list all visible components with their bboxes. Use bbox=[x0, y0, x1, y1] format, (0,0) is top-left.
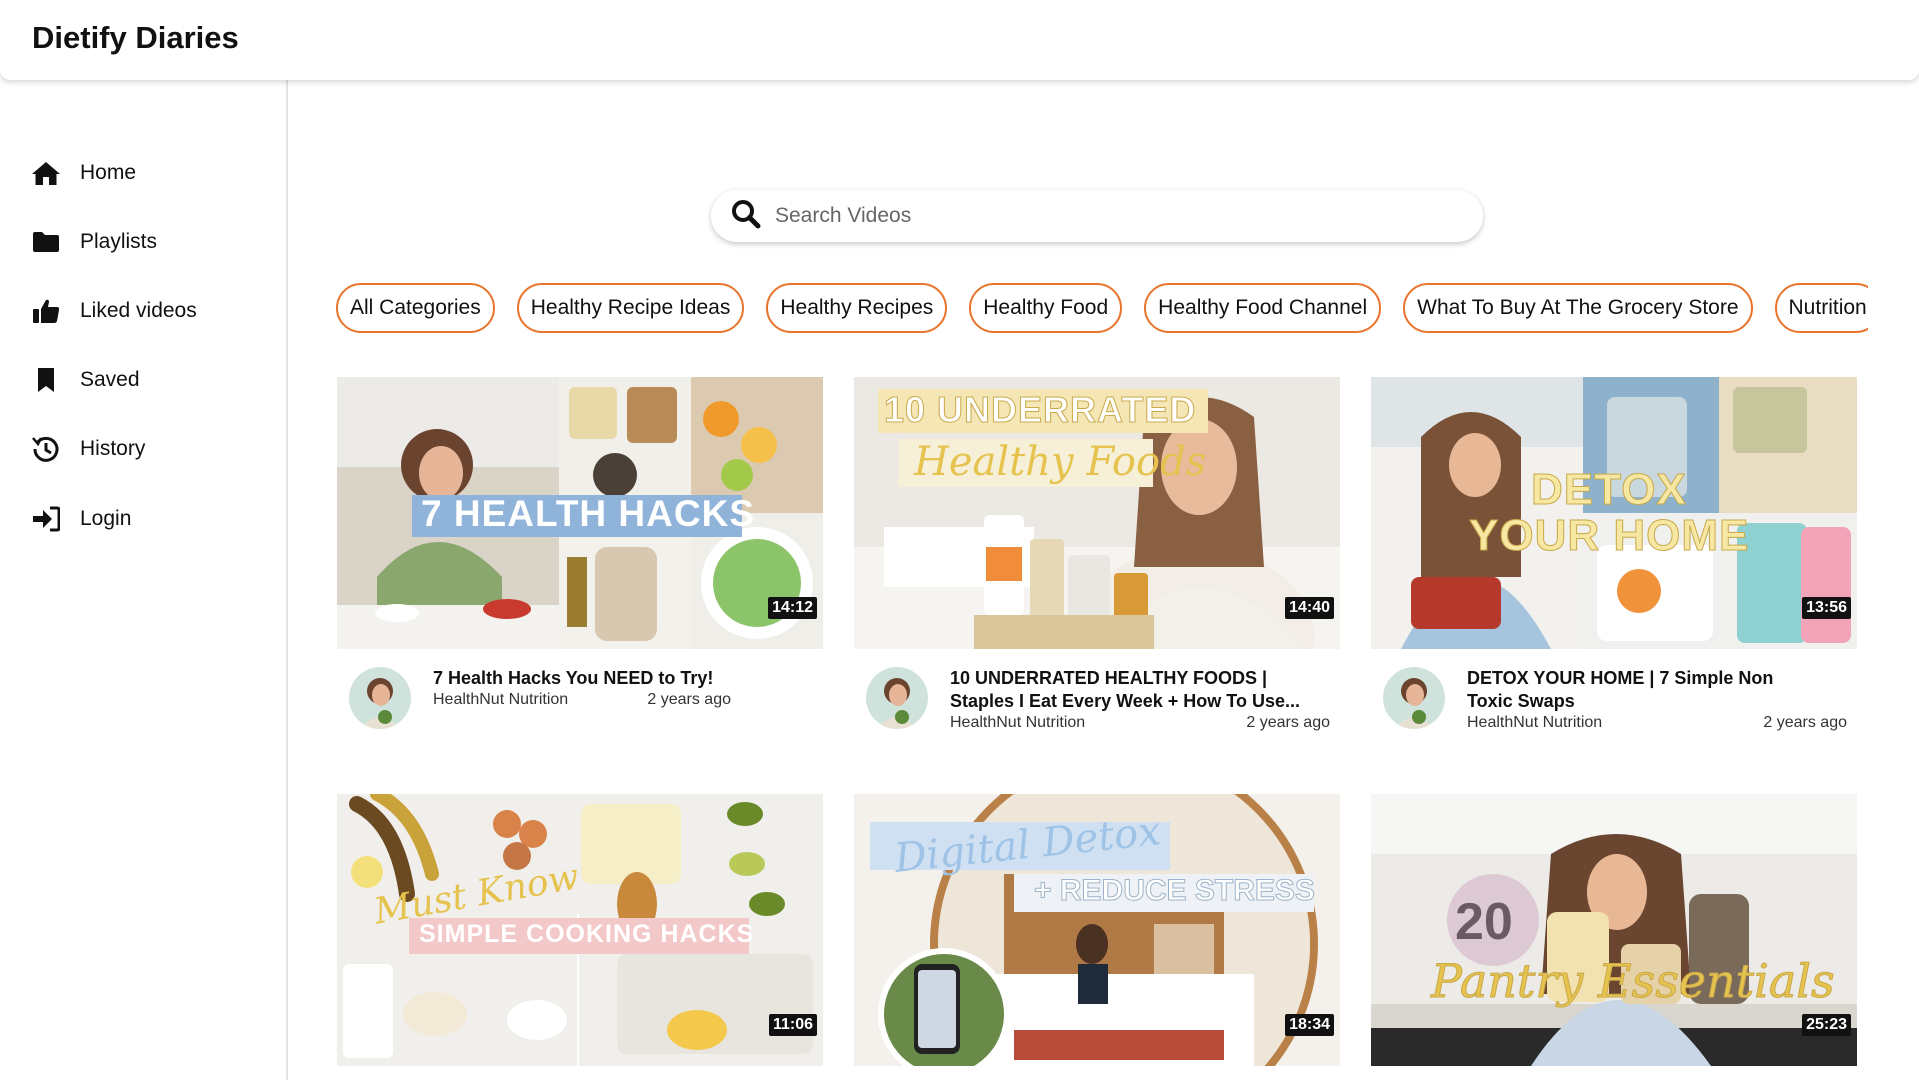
sidebar-item-label: History bbox=[80, 437, 146, 460]
channel-name[interactable]: HealthNut Nutrition bbox=[433, 691, 568, 709]
category-chips: All Categories Healthy Recipe Ideas Health… bbox=[336, 283, 1868, 337]
video-card[interactable]: Must Know SIMPLE COOKING HACKS 11:06 bbox=[337, 794, 823, 1066]
channel-avatar[interactable] bbox=[349, 667, 411, 729]
chip-healthy-food[interactable]: Healthy Food bbox=[969, 283, 1123, 333]
chip-what-to-buy-at-the-grocery-store[interactable]: What To Buy At The Grocery Store bbox=[1403, 283, 1753, 333]
thumbnail-overlay-text: 7 HEALTH HACKS bbox=[421, 493, 755, 534]
video-card[interactable]: 20 Pantry Essentials 25:23 bbox=[1371, 794, 1857, 1066]
thumbs-up-icon bbox=[30, 295, 62, 327]
sidebar-item-label: Home bbox=[80, 161, 137, 184]
video-title[interactable]: DETOX YOUR HOME | 7 Simple Non Toxic Swa… bbox=[1467, 667, 1797, 713]
sidebar-item-liked-videos[interactable]: Liked videos bbox=[30, 291, 197, 331]
sidebar-item-playlists[interactable]: Playlists bbox=[30, 222, 157, 262]
chip-all-categories[interactable]: All Categories bbox=[336, 283, 495, 333]
thumbnail-overlay-subtext: + REDUCE STRESS bbox=[1034, 874, 1316, 908]
sidebar-item-label: Saved bbox=[80, 368, 140, 391]
login-icon bbox=[30, 503, 62, 535]
video-thumbnail[interactable]: 10 UNDERRATED Healthy Foods 14:40 bbox=[854, 377, 1340, 649]
chip-healthy-recipe-ideas[interactable]: Healthy Recipe Ideas bbox=[516, 283, 745, 333]
video-duration: 14:40 bbox=[1285, 597, 1334, 619]
home-icon bbox=[30, 157, 62, 189]
chip-nutrition[interactable]: Nutrition bbox=[1774, 283, 1868, 333]
video-meta: DETOX YOUR HOME | 7 Simple Non Toxic Swa… bbox=[1371, 649, 1857, 739]
video-title[interactable]: 10 UNDERRATED HEALTHY FOODS | Staples I … bbox=[950, 667, 1330, 713]
thumbnail-overlay-text: 20 bbox=[1455, 893, 1513, 951]
video-duration: 25:23 bbox=[1802, 1014, 1851, 1036]
thumbnail-overlay-subtext: YOUR HOME bbox=[1468, 511, 1750, 561]
channel-name[interactable]: HealthNut Nutrition bbox=[1467, 714, 1602, 732]
video-card[interactable]: Digital Detox + REDUCE STRESS 18:34 bbox=[854, 794, 1340, 1066]
thumbnail-overlay-subtext: SIMPLE COOKING HACKS bbox=[419, 920, 755, 948]
video-age: 2 years ago bbox=[1763, 714, 1847, 731]
video-meta: 7 Health Hacks You NEED to Try! HealthNu… bbox=[337, 649, 823, 739]
thumbnail-overlay-text: DETOX bbox=[1531, 465, 1687, 515]
top-bar: Dietify Diaries bbox=[0, 0, 1919, 80]
video-meta: 10 UNDERRATED HEALTHY FOODS | Staples I … bbox=[854, 649, 1340, 739]
search-bar bbox=[711, 190, 1483, 242]
channel-avatar[interactable] bbox=[1383, 667, 1445, 729]
thumbnail-overlay-text: 10 UNDERRATED bbox=[883, 389, 1197, 431]
video-thumbnail[interactable]: Digital Detox + REDUCE STRESS 18:34 bbox=[854, 794, 1340, 1066]
chip-healthy-food-channel[interactable]: Healthy Food Channel bbox=[1144, 283, 1382, 333]
video-thumbnail[interactable]: DETOX YOUR HOME 13:56 bbox=[1371, 377, 1857, 649]
sidebar-item-saved[interactable]: Saved bbox=[30, 360, 140, 400]
sidebar: Home Playlists Liked videos Saved Histor… bbox=[0, 80, 288, 1080]
video-thumbnail[interactable]: 7 HEALTH HACKS 14:12 bbox=[337, 377, 823, 649]
video-duration: 14:12 bbox=[768, 597, 817, 619]
video-age: 2 years ago bbox=[1246, 714, 1330, 731]
sidebar-item-login[interactable]: Login bbox=[30, 499, 131, 539]
sidebar-item-label: Liked videos bbox=[80, 299, 197, 322]
video-thumbnail[interactable]: 20 Pantry Essentials 25:23 bbox=[1371, 794, 1857, 1066]
search-input[interactable] bbox=[775, 204, 1455, 228]
video-card[interactable]: 7 HEALTH HACKS 14:12 7 Health Hacks You … bbox=[337, 377, 823, 739]
app-title[interactable]: Dietify Diaries bbox=[32, 20, 239, 56]
folder-icon bbox=[30, 226, 62, 258]
video-card[interactable]: 10 UNDERRATED Healthy Foods 14:40 10 UND… bbox=[854, 377, 1340, 739]
channel-avatar[interactable] bbox=[866, 667, 928, 729]
video-duration: 11:06 bbox=[768, 1014, 817, 1036]
channel-name[interactable]: HealthNut Nutrition bbox=[950, 714, 1085, 732]
video-duration: 13:56 bbox=[1802, 597, 1851, 619]
thumbnail-overlay-subtext: Pantry Essentials bbox=[1431, 954, 1836, 1009]
sidebar-item-label: Playlists bbox=[80, 230, 158, 253]
sidebar-item-home[interactable]: Home bbox=[30, 153, 136, 193]
chip-healthy-recipes[interactable]: Healthy Recipes bbox=[766, 283, 948, 333]
thumbnail-overlay-subtext: Healthy Foods bbox=[914, 439, 1207, 485]
video-duration: 18:34 bbox=[1285, 1014, 1334, 1036]
video-card[interactable]: DETOX YOUR HOME 13:56 DETOX YOUR HOME | … bbox=[1371, 377, 1857, 739]
search-icon[interactable] bbox=[731, 199, 761, 234]
video-title[interactable]: 7 Health Hacks You NEED to Try! bbox=[433, 667, 813, 690]
video-thumbnail[interactable]: Must Know SIMPLE COOKING HACKS 11:06 bbox=[337, 794, 823, 1066]
video-age: 2 years ago bbox=[647, 691, 731, 708]
sidebar-item-label: Login bbox=[80, 507, 132, 530]
sidebar-item-history[interactable]: History bbox=[30, 429, 145, 469]
history-icon bbox=[30, 433, 62, 465]
bookmark-icon bbox=[30, 364, 62, 396]
